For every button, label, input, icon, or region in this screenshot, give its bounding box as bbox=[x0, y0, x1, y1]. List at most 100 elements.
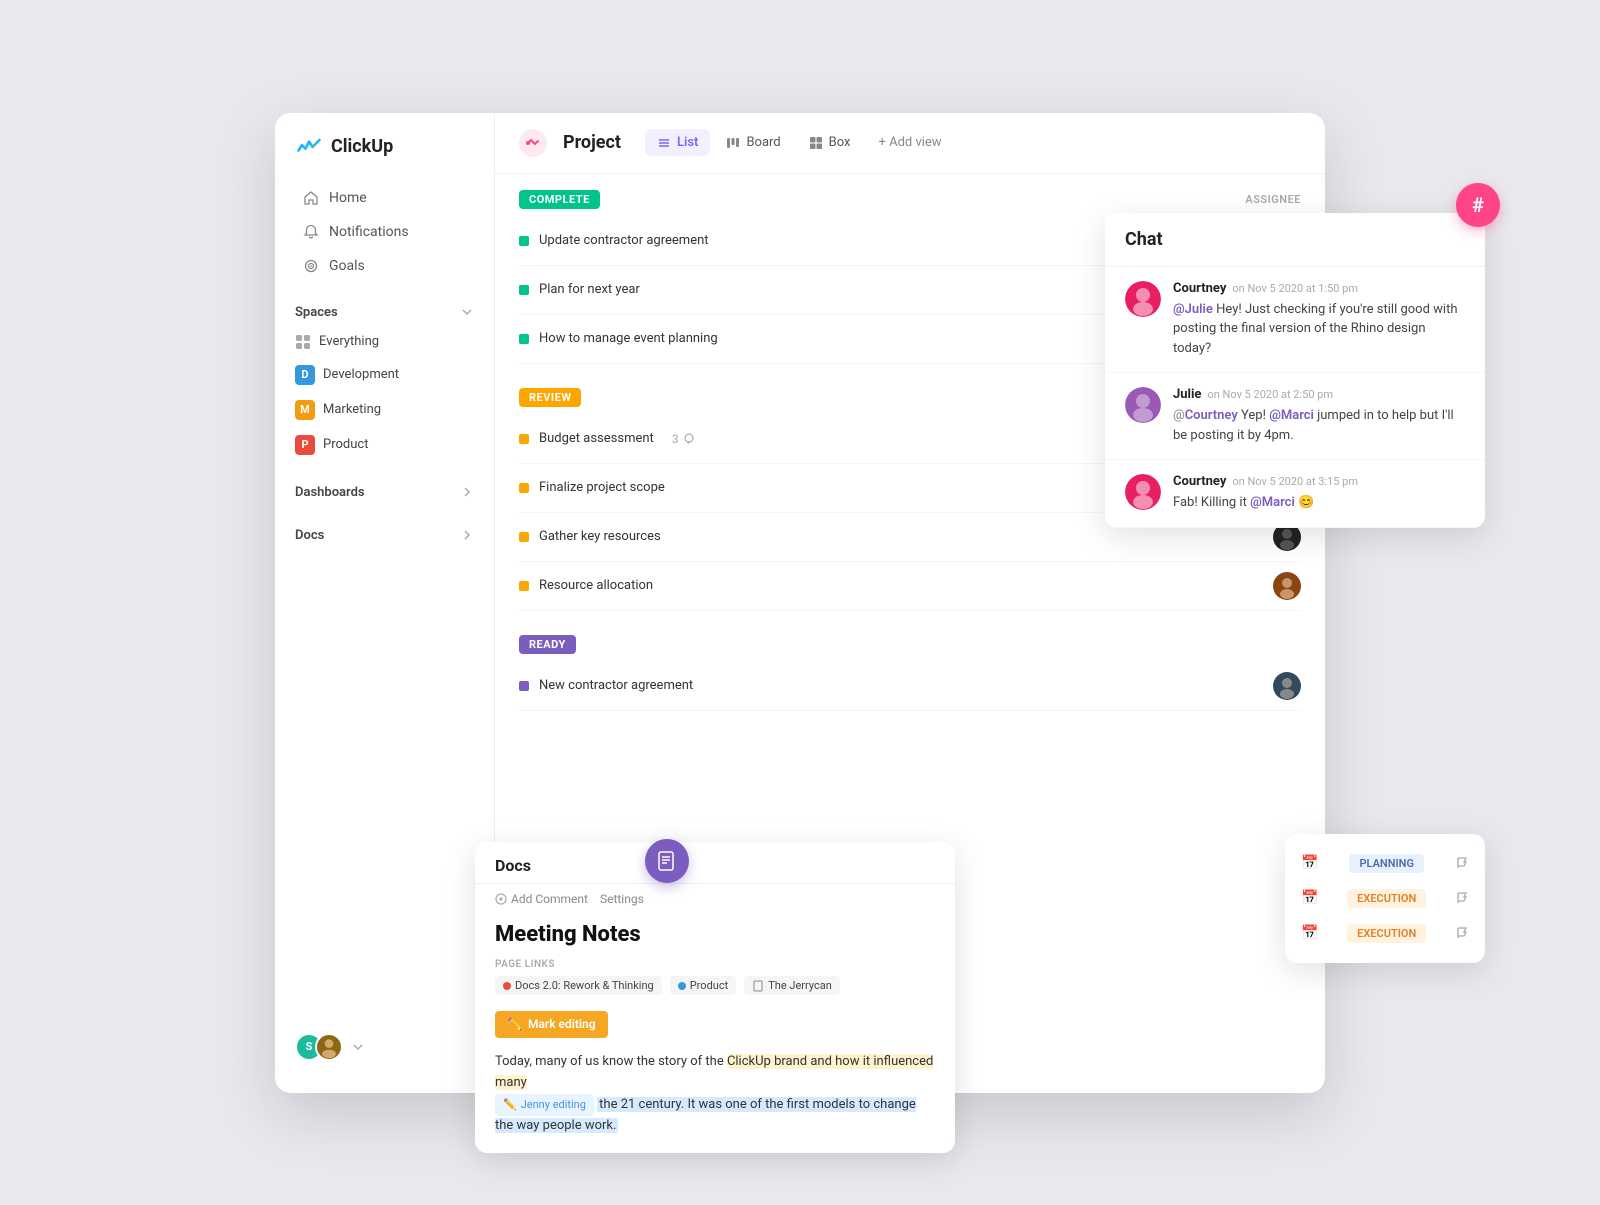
section-ready: READY New contractor agreement bbox=[519, 635, 1301, 711]
chat-author-3: Courtney bbox=[1173, 474, 1226, 489]
doc-title: Meeting Notes bbox=[475, 914, 955, 959]
app-container: ClickUp Home Notifications Goals bbox=[275, 113, 1325, 1093]
space-development[interactable]: D Development bbox=[275, 358, 494, 392]
bell-icon bbox=[303, 224, 319, 240]
chat-author-2: Julie bbox=[1173, 387, 1201, 402]
docs-toolbar: Add Comment Settings bbox=[475, 884, 955, 914]
task-indicator bbox=[519, 483, 529, 493]
nav-notifications[interactable]: Notifications bbox=[283, 216, 486, 248]
table-row[interactable]: Resource allocation bbox=[519, 562, 1301, 611]
chat-message-1: Courtney on Nov 5 2020 at 1:50 pm @Julie… bbox=[1105, 267, 1485, 374]
doc-icon-button[interactable] bbox=[645, 839, 689, 883]
status-badge-review: REVIEW bbox=[519, 388, 581, 407]
task-name: Update contractor agreement bbox=[539, 233, 709, 248]
doc-text: Today, many of us know the story of the … bbox=[495, 1052, 935, 1136]
docs-header[interactable]: Docs bbox=[275, 522, 494, 549]
tag-row-3: 📅 EXECUTION bbox=[1285, 916, 1485, 951]
goals-icon bbox=[303, 258, 319, 274]
table-row[interactable]: New contractor agreement bbox=[519, 662, 1301, 711]
view-tabs: List Board bbox=[645, 129, 954, 156]
add-view-button[interactable]: + Add view bbox=[866, 129, 953, 156]
hashtag-button[interactable]: # bbox=[1456, 183, 1500, 227]
task-name: Finalize project scope bbox=[539, 480, 665, 495]
calendar-icon-1: 📅 bbox=[1301, 855, 1318, 871]
task-name: Gather key resources bbox=[539, 529, 661, 544]
chat-time-3: on Nov 5 2020 at 3:15 pm bbox=[1232, 475, 1358, 488]
chat-message-3: Courtney on Nov 5 2020 at 3:15 pm Fab! K… bbox=[1105, 460, 1485, 528]
page-link-2[interactable]: Product bbox=[670, 976, 736, 995]
sidebar: ClickUp Home Notifications Goals bbox=[275, 113, 495, 1093]
grid-icon bbox=[295, 334, 311, 350]
page-link-1[interactable]: Docs 2.0: Rework & Thinking bbox=[495, 976, 662, 995]
nav-home[interactable]: Home bbox=[283, 182, 486, 214]
task-indicator bbox=[519, 681, 529, 691]
status-badge-complete: COMPLETE bbox=[519, 190, 600, 209]
user-menu-chevron-icon[interactable] bbox=[351, 1040, 365, 1054]
dashboards-header[interactable]: Dashboards bbox=[275, 479, 494, 506]
task-name: How to manage event planning bbox=[539, 331, 718, 346]
home-icon bbox=[303, 190, 319, 206]
chat-title: Chat bbox=[1105, 213, 1485, 267]
task-indicator bbox=[519, 434, 529, 444]
chat-avatar-julie bbox=[1125, 387, 1161, 423]
nav-goals[interactable]: Goals bbox=[283, 250, 486, 282]
board-icon bbox=[726, 136, 740, 150]
tab-box[interactable]: Box bbox=[797, 129, 863, 156]
product-avatar: P bbox=[295, 435, 315, 455]
doc-icon-chip bbox=[752, 980, 764, 992]
add-comment-button[interactable]: Add Comment bbox=[495, 892, 588, 906]
docs-section: Docs bbox=[275, 522, 494, 549]
task-name: Resource allocation bbox=[539, 578, 653, 593]
space-everything[interactable]: Everything bbox=[275, 327, 494, 357]
docs-content: ✏️ Mark editing Today, many of us know t… bbox=[475, 1003, 955, 1152]
chat-text-1: @Julie Hey! Just checking if you're stil… bbox=[1173, 300, 1465, 359]
tag-badge-planning[interactable]: PLANNING bbox=[1349, 854, 1423, 873]
comment-count: 3 bbox=[672, 432, 695, 446]
logo[interactable]: ClickUp bbox=[275, 133, 494, 181]
tab-list[interactable]: List bbox=[645, 129, 710, 156]
comment-icon bbox=[683, 433, 695, 445]
project-title: Project bbox=[563, 132, 621, 153]
chat-body-1: Courtney on Nov 5 2020 at 1:50 pm @Julie… bbox=[1173, 281, 1465, 359]
page-link-dot-2 bbox=[678, 982, 686, 990]
space-marketing[interactable]: M Marketing bbox=[275, 393, 494, 427]
section-complete-header: COMPLETE ASSIGNEE bbox=[519, 190, 1301, 209]
project-icon bbox=[519, 129, 547, 157]
page-link-dot-1 bbox=[503, 982, 511, 990]
task-indicator bbox=[519, 334, 529, 344]
mark-editing-button[interactable]: ✏️ Mark editing bbox=[495, 1011, 608, 1038]
task-indicator bbox=[519, 285, 529, 295]
chat-text-2: @Courtney Yep! @Marci jumped in to help … bbox=[1173, 406, 1465, 445]
user-avatar-2[interactable] bbox=[315, 1033, 343, 1061]
tag-badge-execution-1[interactable]: EXECUTION bbox=[1347, 889, 1426, 908]
settings-button[interactable]: Settings bbox=[600, 892, 644, 906]
flag-icon-1 bbox=[1455, 856, 1469, 870]
page-links-list: Docs 2.0: Rework & Thinking Product The … bbox=[495, 976, 935, 995]
task-indicator bbox=[519, 581, 529, 591]
docs-panel-header: Docs bbox=[475, 842, 955, 884]
space-product[interactable]: P Product bbox=[275, 428, 494, 462]
task-avatar bbox=[1273, 672, 1301, 700]
spaces-header[interactable]: Spaces bbox=[275, 299, 494, 326]
calendar-icon-3: 📅 bbox=[1301, 925, 1318, 941]
dashboards-section: Dashboards bbox=[275, 479, 494, 506]
docs-panel: Docs Add Comment Settings Meeting Notes … bbox=[475, 842, 955, 1152]
chat-panel: Chat Courtney on Nov 5 2020 at 1:50 pm @… bbox=[1105, 213, 1485, 528]
clickup-logo-icon bbox=[295, 133, 323, 161]
task-name: New contractor agreement bbox=[539, 678, 693, 693]
section-ready-header: READY bbox=[519, 635, 1301, 654]
task-avatar bbox=[1273, 572, 1301, 600]
page-link-3[interactable]: The Jerrycan bbox=[744, 976, 840, 995]
dashboards-chevron-icon bbox=[460, 485, 474, 499]
chat-time-1: on Nov 5 2020 at 1:50 pm bbox=[1232, 282, 1358, 295]
tag-badge-execution-2[interactable]: EXECUTION bbox=[1347, 924, 1426, 943]
list-icon bbox=[657, 136, 671, 150]
flag-icon-2 bbox=[1455, 891, 1469, 905]
box-icon bbox=[809, 136, 823, 150]
jenny-editing-tag: ✏️ Jenny editing bbox=[495, 1094, 594, 1116]
comment-add-icon bbox=[495, 893, 507, 905]
tag-row-2: 📅 EXECUTION bbox=[1285, 881, 1485, 916]
tab-board[interactable]: Board bbox=[714, 129, 792, 156]
chat-message-2: Julie on Nov 5 2020 at 2:50 pm @Courtney… bbox=[1105, 373, 1485, 460]
chat-body-2: Julie on Nov 5 2020 at 2:50 pm @Courtney… bbox=[1173, 387, 1465, 445]
